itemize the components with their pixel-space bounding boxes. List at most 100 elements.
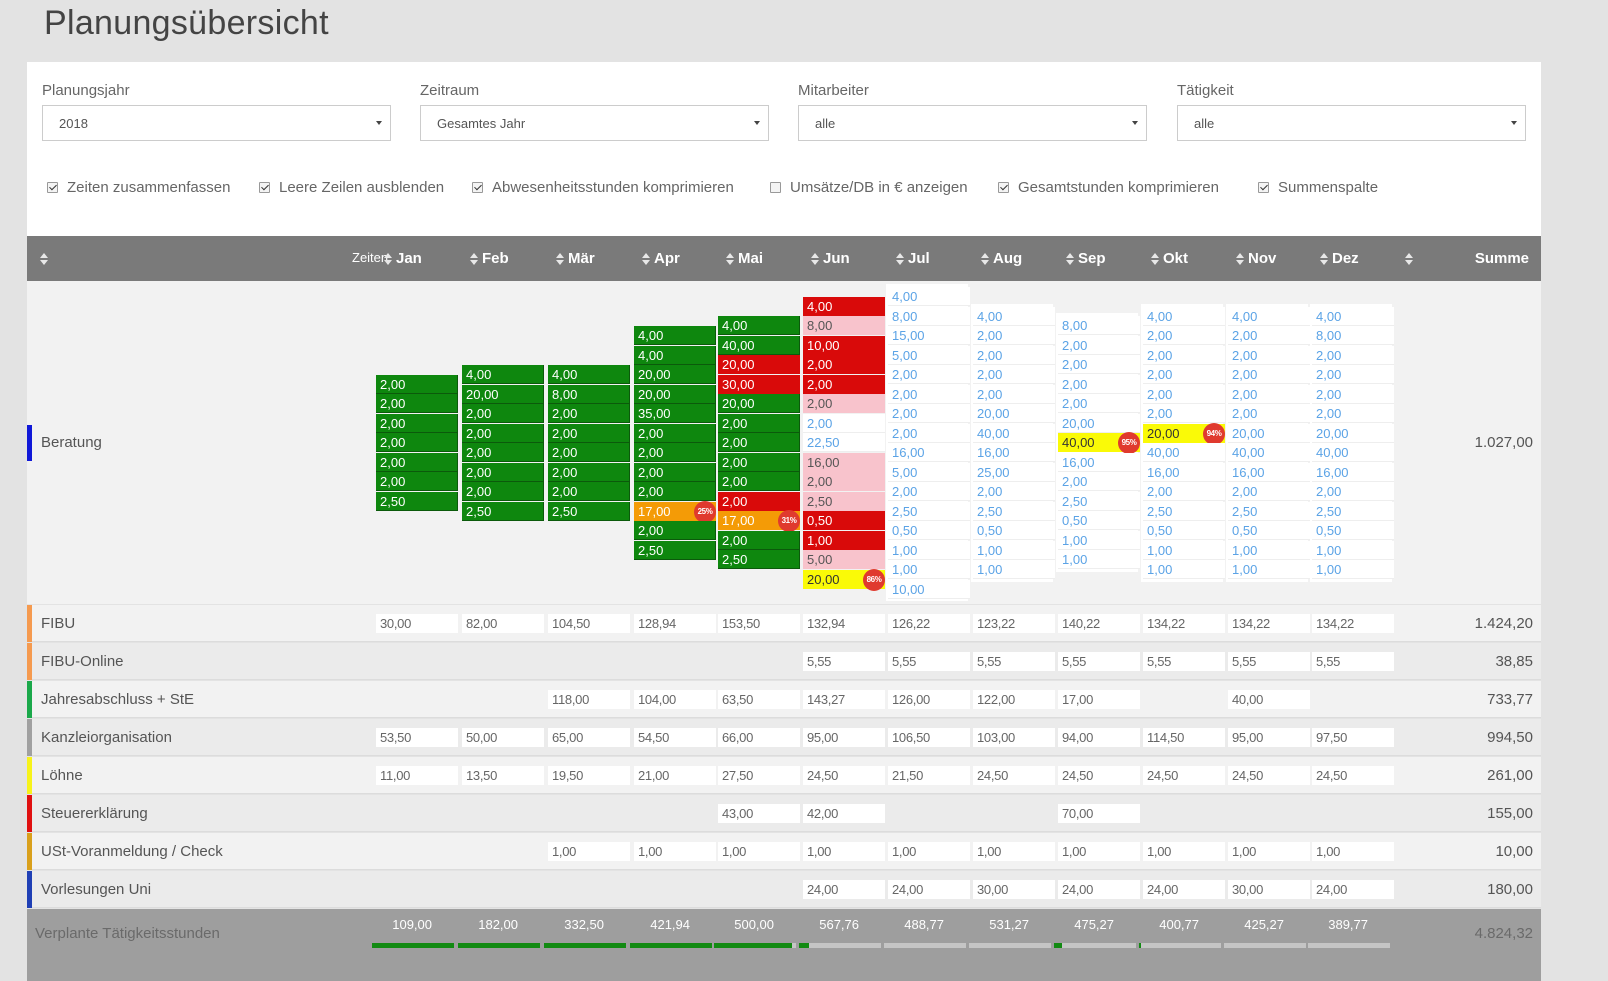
- time-entry[interactable]: 2,50: [1228, 501, 1310, 521]
- time-entry[interactable]: 8,00: [548, 384, 630, 404]
- time-entry[interactable]: 2,50: [634, 540, 716, 560]
- time-entry[interactable]: 27,50: [718, 766, 800, 785]
- time-entry[interactable]: 20,00: [1228, 423, 1310, 443]
- time-entry[interactable]: 104,00: [634, 690, 716, 709]
- time-entry[interactable]: 42,00: [803, 804, 885, 823]
- time-entry[interactable]: 2,00: [462, 443, 544, 462]
- checkbox-icon[interactable]: [472, 182, 483, 193]
- time-entry[interactable]: 2,00: [888, 384, 970, 404]
- time-entry[interactable]: 4,00: [1228, 306, 1310, 326]
- checkbox-icon[interactable]: [1258, 182, 1269, 193]
- time-entry[interactable]: 126,00: [888, 690, 970, 709]
- time-entry[interactable]: 1,00: [803, 530, 885, 550]
- month-header[interactable]: Aug: [981, 250, 1022, 267]
- time-entry[interactable]: 2,50: [718, 550, 800, 570]
- time-entry[interactable]: 4,00: [973, 306, 1055, 326]
- time-entry[interactable]: 2,00: [376, 394, 458, 414]
- time-entry[interactable]: 4,00: [1143, 306, 1225, 326]
- time-entry[interactable]: 2,00: [1312, 384, 1394, 404]
- time-entry[interactable]: 2,00: [1058, 472, 1140, 492]
- time-entry[interactable]: 2,00: [1228, 365, 1310, 384]
- time-entry[interactable]: 2,00: [548, 482, 630, 501]
- time-entry[interactable]: 24,50: [1143, 766, 1225, 785]
- time-entry[interactable]: 2,50: [376, 491, 458, 511]
- time-entry[interactable]: 1,00: [718, 842, 800, 861]
- time-entry[interactable]: 2,00: [1058, 374, 1140, 394]
- time-entry[interactable]: 2,00: [803, 472, 885, 492]
- time-entry[interactable]: 8,00: [803, 316, 885, 336]
- time-entry[interactable]: 5,55: [1312, 652, 1394, 671]
- time-entry[interactable]: 5,55: [973, 652, 1055, 671]
- time-entry[interactable]: 2,00: [1143, 404, 1225, 423]
- time-entry[interactable]: 16,00: [1312, 462, 1394, 482]
- time-entry[interactable]: 2,00: [718, 491, 800, 511]
- time-entry[interactable]: 24,00: [1312, 880, 1394, 899]
- time-entry[interactable]: 2,00: [634, 462, 716, 482]
- time-entry[interactable]: 114,50: [1143, 728, 1225, 747]
- time-entry[interactable]: 20,00: [718, 355, 800, 375]
- time-entry[interactable]: 30,00: [973, 880, 1055, 899]
- time-entry[interactable]: 0,50: [1143, 521, 1225, 540]
- time-entry[interactable]: 123,22: [973, 614, 1055, 633]
- checkbox-icon[interactable]: [770, 182, 781, 193]
- time-entry[interactable]: 103,00: [973, 728, 1055, 747]
- time-entry[interactable]: 2,00: [634, 443, 716, 462]
- time-entry[interactable]: 94,00: [1058, 728, 1140, 747]
- time-entry[interactable]: 2,00: [803, 355, 885, 375]
- time-entry[interactable]: 2,00: [888, 423, 970, 443]
- time-entry[interactable]: 2,00: [718, 452, 800, 472]
- time-entry[interactable]: 95,00: [1228, 728, 1310, 747]
- time-entry[interactable]: 2,00: [462, 423, 544, 443]
- time-entry[interactable]: 2,00: [803, 413, 885, 433]
- time-entry[interactable]: 2,00: [718, 413, 800, 433]
- time-entry[interactable]: 1,00: [888, 842, 970, 861]
- time-entry[interactable]: 2,00: [1058, 335, 1140, 355]
- time-entry[interactable]: 2,00: [718, 433, 800, 453]
- time-entry[interactable]: 21,00: [634, 766, 716, 785]
- time-entry[interactable]: 35,00: [634, 404, 716, 423]
- time-entry[interactable]: 40,00: [1143, 443, 1225, 462]
- month-header[interactable]: Jun: [811, 250, 850, 267]
- time-entry[interactable]: 4,00: [718, 316, 800, 336]
- time-entry[interactable]: 20,00: [634, 384, 716, 404]
- time-entry[interactable]: 1,00: [973, 560, 1055, 579]
- time-entry[interactable]: 2,00: [973, 326, 1055, 345]
- filter-select[interactable]: 2018: [42, 105, 391, 141]
- time-entry[interactable]: 19,50: [548, 766, 630, 785]
- time-entry[interactable]: 50,00: [462, 728, 544, 747]
- time-entry[interactable]: 2,00: [1143, 482, 1225, 501]
- time-entry[interactable]: 82,00: [462, 614, 544, 633]
- time-entry[interactable]: 1,00: [973, 842, 1055, 861]
- time-entry[interactable]: 106,50: [888, 728, 970, 747]
- time-entry[interactable]: 126,22: [888, 614, 970, 633]
- time-entry[interactable]: 20,00: [718, 394, 800, 414]
- time-entry[interactable]: 20,00: [462, 384, 544, 404]
- time-entry[interactable]: 1,00: [1228, 540, 1310, 560]
- filter-select[interactable]: alle: [798, 105, 1147, 141]
- time-entry[interactable]: 2,50: [1058, 491, 1140, 511]
- time-entry[interactable]: 140,22: [1058, 614, 1140, 633]
- time-entry[interactable]: 2,00: [1058, 355, 1140, 375]
- time-entry[interactable]: 2,00: [376, 433, 458, 453]
- time-entry[interactable]: 24,00: [888, 880, 970, 899]
- time-entry[interactable]: 16,00: [1058, 452, 1140, 472]
- time-entry[interactable]: 4,00: [548, 365, 630, 384]
- time-entry[interactable]: 2,00: [1058, 394, 1140, 414]
- time-entry[interactable]: 1,00: [888, 560, 970, 579]
- time-entry[interactable]: 2,00: [1143, 326, 1225, 345]
- time-entry[interactable]: 2,50: [548, 501, 630, 521]
- time-entry[interactable]: 2,00: [548, 462, 630, 482]
- time-entry[interactable]: 2,00: [718, 530, 800, 550]
- filter-select[interactable]: alle: [1177, 105, 1526, 141]
- time-entry[interactable]: 30,00: [1228, 880, 1310, 899]
- time-entry[interactable]: 53,50: [376, 728, 458, 747]
- time-entry[interactable]: 2,00: [973, 384, 1055, 404]
- time-entry[interactable]: 1,00: [1312, 560, 1394, 579]
- time-entry[interactable]: 2,00: [376, 413, 458, 433]
- time-entry[interactable]: 24,00: [1143, 880, 1225, 899]
- sort-icon[interactable]: [40, 253, 48, 265]
- time-entry[interactable]: 97,50: [1312, 728, 1394, 747]
- time-entry[interactable]: 118,00: [548, 690, 630, 709]
- time-entry[interactable]: 65,00: [548, 728, 630, 747]
- time-entry[interactable]: 1,00: [1228, 842, 1310, 861]
